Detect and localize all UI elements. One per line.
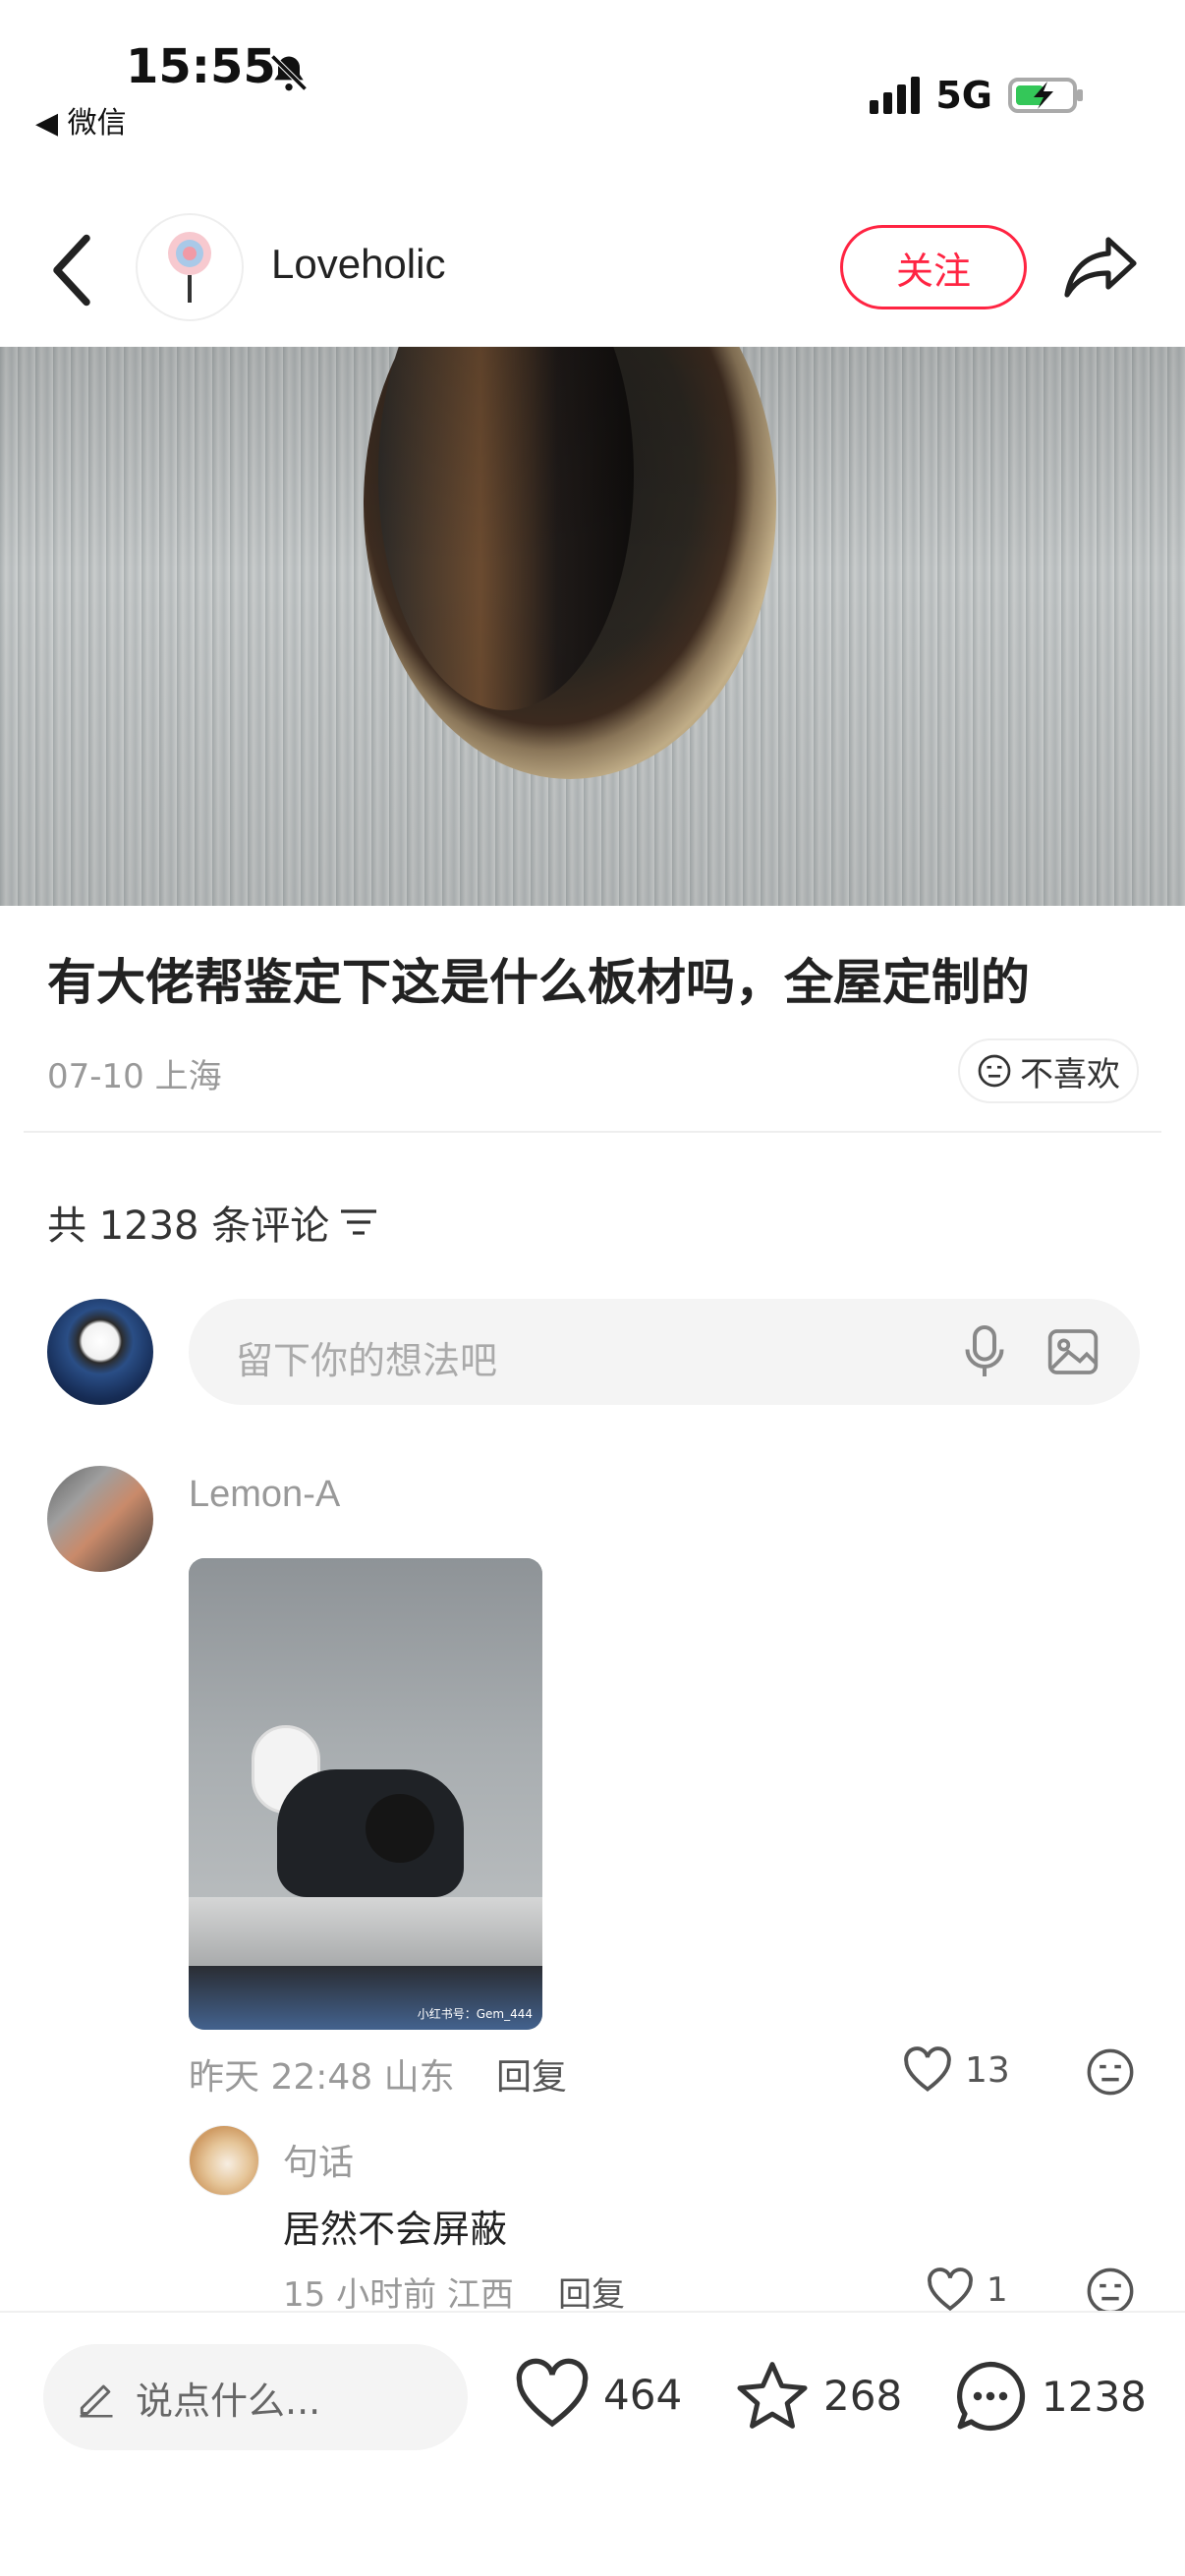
comment-sort[interactable]: 共 1238 条评论 [47, 1194, 378, 1251]
post-meta: 07-10 上海 [47, 1057, 222, 1096]
comment-input[interactable]: 留下你的想法吧 [189, 1299, 1140, 1405]
microphone-icon[interactable] [955, 1322, 1014, 1381]
collect-button[interactable]: 268 [733, 2358, 902, 2433]
comment-like-button[interactable]: 13 [902, 2046, 1010, 2094]
battery-charging-icon [1008, 78, 1083, 113]
post-image[interactable] [0, 347, 1185, 906]
signal-icon [870, 77, 921, 114]
comment-input-placeholder: 留下你的想法吧 [236, 1339, 498, 1382]
comment-button[interactable]: 1238 [951, 2358, 1147, 2435]
reply-like-count: 1 [987, 2270, 1008, 2310]
mute-bell-icon [270, 54, 308, 91]
share-icon[interactable] [1061, 231, 1140, 304]
reply-text: 居然不会屏蔽 [283, 2208, 508, 2251]
image-watermark: 小红书号：Gem_444 [417, 2007, 533, 2021]
comment-meta: 昨天 22:48 山东 [189, 2057, 455, 2098]
heart-icon [516, 2358, 589, 2428]
say-something-placeholder: 说点什么... [136, 2379, 321, 2423]
reply-meta: 15 小时前 江西 [283, 2275, 514, 2315]
dislike-button[interactable]: 不喜欢 [958, 1038, 1139, 1103]
image-picker-icon[interactable] [1045, 1324, 1100, 1379]
sort-filter-icon [341, 1209, 377, 1235]
reply-dislike-icon[interactable] [1085, 2266, 1136, 2317]
heart-icon [928, 2268, 973, 2312]
star-icon [737, 2362, 808, 2429]
heart-icon [904, 2046, 951, 2092]
status-time: 15:55 [126, 39, 276, 94]
author-avatar[interactable] [136, 213, 244, 321]
comment-count: 1238 [1042, 2372, 1147, 2421]
divider [24, 1131, 1161, 1133]
reply-avatar[interactable] [189, 2125, 259, 2196]
commenter-name[interactable]: Lemon-A [189, 1474, 340, 1516]
like-count: 464 [603, 2370, 683, 2419]
follow-button[interactable]: 关注 [840, 225, 1027, 309]
lollipop-icon [168, 232, 211, 303]
bottom-action-bar: 说点什么... 464 268 1238 [0, 2311, 1185, 2576]
comment-dislike-icon[interactable] [1085, 2046, 1136, 2098]
pencil-icon [80, 2384, 113, 2418]
collect-count: 268 [823, 2371, 903, 2420]
reply-reply-button[interactable]: 回复 [558, 2268, 625, 2316]
comment-image[interactable]: 小红书号：Gem_444 [189, 1558, 542, 2030]
meh-face-icon [978, 1054, 1011, 1088]
comment-count-label: 共 1238 条评论 [47, 1204, 330, 1249]
network-type: 5G [935, 74, 992, 117]
reply-like-button[interactable]: 1 [926, 2268, 1008, 2313]
comment-bubble-icon [957, 2361, 1026, 2432]
commenter-avatar[interactable] [47, 1466, 153, 1572]
reply-user-name[interactable]: 句话 [283, 2134, 354, 2185]
post-title: 有大佬帮鉴定下这是什么板材吗，全屋定制的 [47, 954, 1030, 1011]
like-button[interactable]: 464 [513, 2358, 682, 2431]
author-name[interactable]: Loveholic [271, 241, 445, 288]
back-arrow-icon[interactable] [47, 231, 96, 309]
back-to-app-link[interactable]: ◀ 微信 [35, 98, 127, 141]
dislike-label: 不喜欢 [1020, 1054, 1120, 1094]
say-something-input[interactable]: 说点什么... [43, 2344, 468, 2450]
post-header: Loveholic 关注 [0, 201, 1185, 339]
reply-button[interactable]: 回复 [496, 2048, 567, 2100]
my-avatar[interactable] [47, 1299, 153, 1405]
comment-like-count: 13 [965, 2049, 1010, 2091]
